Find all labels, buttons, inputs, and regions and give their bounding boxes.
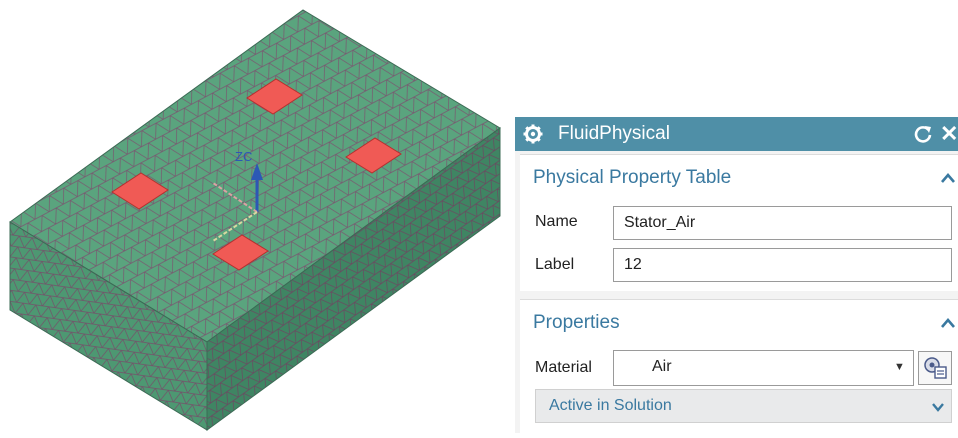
- label-field[interactable]: 12: [613, 248, 952, 282]
- chevron-up-icon[interactable]: [940, 172, 956, 184]
- fluid-physical-dialog: FluidPhysical ✕ Physical Property Table …: [515, 117, 958, 434]
- mesh-block-graphic: ZC: [9, 9, 501, 431]
- dialog-titlebar: FluidPhysical ✕: [515, 117, 958, 151]
- active-in-solution-label: Active in Solution: [549, 397, 672, 414]
- material-library-button[interactable]: [918, 351, 952, 385]
- reset-icon[interactable]: [913, 124, 933, 144]
- section-heading-physical-property-table: Physical Property Table: [533, 167, 732, 188]
- dialog-title: FluidPhysical: [558, 123, 670, 144]
- name-field[interactable]: Stator_Air: [613, 206, 952, 240]
- material-dropdown[interactable]: Air ▼: [613, 350, 914, 386]
- model-viewport[interactable]: ZC: [0, 0, 515, 433]
- gear-icon: [523, 124, 543, 144]
- chevron-down-icon[interactable]: [931, 402, 945, 412]
- name-label: Name: [535, 213, 578, 230]
- chevron-up-icon[interactable]: [940, 317, 956, 329]
- label-label: Label: [535, 256, 575, 273]
- properties-section: Properties Material Air ▼ Active in Solu…: [520, 299, 958, 434]
- material-library-icon: [924, 357, 947, 379]
- section-heading-properties: Properties: [533, 312, 620, 333]
- material-value: Air: [652, 358, 672, 375]
- active-in-solution-group[interactable]: Active in Solution: [535, 389, 952, 423]
- dropdown-arrow-icon: ▼: [894, 361, 905, 373]
- zc-axis-label: ZC: [235, 149, 252, 164]
- close-icon[interactable]: ✕: [940, 121, 958, 147]
- physical-property-section: Physical Property Table Name Stator_Air …: [520, 154, 958, 291]
- material-label: Material: [535, 359, 592, 376]
